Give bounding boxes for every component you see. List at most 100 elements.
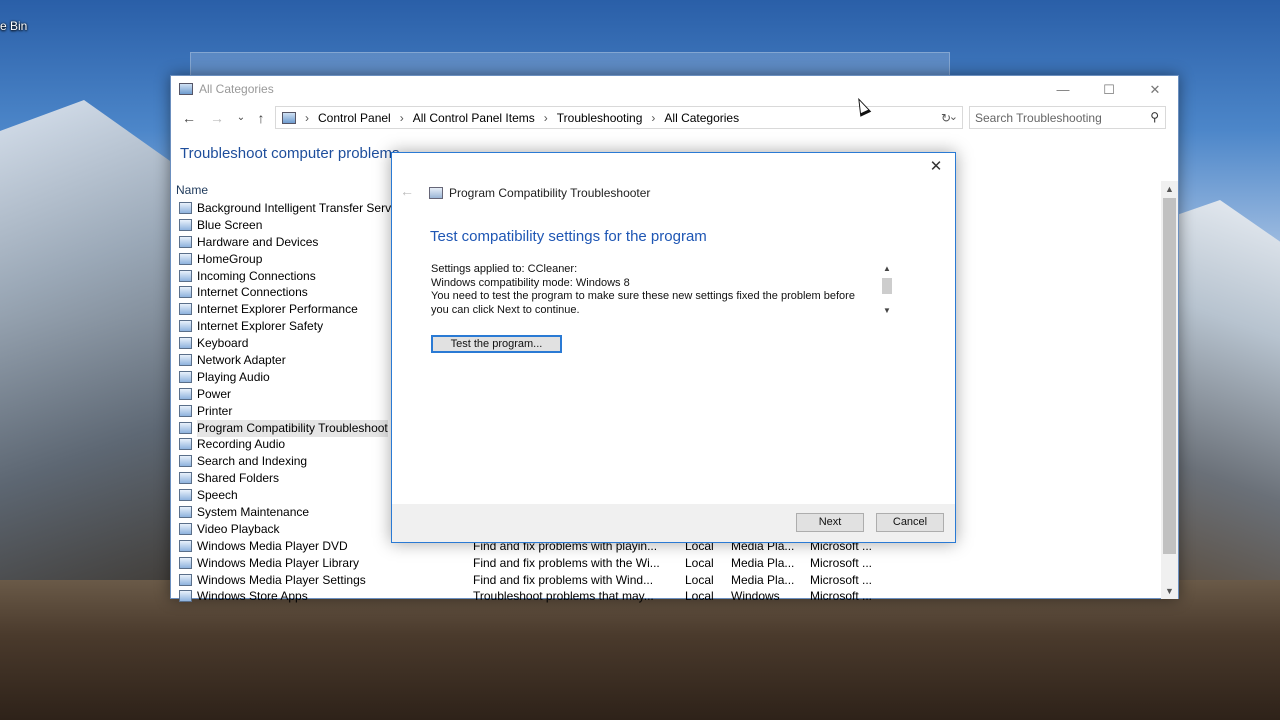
power-icon xyxy=(179,387,192,400)
list-item-description: Find and fix problems with Wind... xyxy=(473,572,654,587)
scroll-up-arrow-icon[interactable]: ▲ xyxy=(1161,181,1178,197)
list-item-description: Troubleshoot problems that may... xyxy=(473,589,654,604)
list-item-publisher: Microsoft ... xyxy=(810,589,873,604)
forward-arrow-icon[interactable]: → xyxy=(207,108,227,128)
breadcrumb-all-items[interactable]: All Control Panel Items xyxy=(407,111,541,125)
scroll-down-arrow-icon[interactable]: ▼ xyxy=(1161,583,1178,599)
window-titlebar[interactable]: All Categories — ☐ ✕ xyxy=(171,76,1178,104)
list-item[interactable]: Windows Media Player Settings Find and fi… xyxy=(179,572,1179,589)
dialog-footer: Next Cancel xyxy=(392,504,955,542)
list-item-name: Network Adapter xyxy=(197,353,286,368)
list-item-name: HomeGroup xyxy=(197,251,263,266)
minimize-button[interactable]: — xyxy=(1040,76,1086,104)
internet-explorer-icon xyxy=(179,303,192,316)
breadcrumb-separator-icon: › xyxy=(543,111,548,125)
page-title: Troubleshoot computer problems xyxy=(180,145,400,162)
maximize-button[interactable]: ☐ xyxy=(1086,76,1132,104)
cancel-button[interactable]: Cancel xyxy=(876,513,944,532)
list-item-name: Internet Connections xyxy=(197,285,308,300)
test-instruction-line: You need to test the program to make sur… xyxy=(431,290,855,316)
search-index-icon xyxy=(179,455,192,468)
refresh-icon[interactable]: ↻ xyxy=(935,107,957,129)
transfer-icon xyxy=(179,202,192,214)
vertical-scrollbar[interactable]: ▲ ▼ xyxy=(1161,181,1178,599)
next-button[interactable]: Next xyxy=(796,513,864,532)
test-program-button[interactable]: Test the program... xyxy=(431,335,562,353)
up-arrow-icon[interactable]: ↑ xyxy=(251,108,271,128)
list-item-name: Incoming Connections xyxy=(197,268,316,283)
control-panel-icon xyxy=(179,83,193,95)
address-row: ← → ⌄ ↑ › Control Panel › All Control Pa… xyxy=(171,106,1178,130)
window-title: All Categories xyxy=(199,82,274,96)
list-item-publisher: Microsoft ... xyxy=(810,572,873,587)
list-item-name: Printer xyxy=(197,403,233,418)
list-item-location: Local xyxy=(685,572,714,587)
back-arrow-icon[interactable]: ← xyxy=(179,108,199,128)
settings-applied-line: Settings applied to: CCleaner: xyxy=(431,263,578,275)
search-icon[interactable]: ⚲ xyxy=(1150,110,1159,124)
breadcrumb-separator-icon: › xyxy=(399,111,404,125)
folder-icon xyxy=(179,472,192,485)
breadcrumb-all-categories[interactable]: All Categories xyxy=(658,111,745,125)
scrollbar-thumb[interactable] xyxy=(1163,198,1176,554)
list-item-name: Blue Screen xyxy=(197,217,263,232)
speech-icon xyxy=(179,489,192,502)
dialog-app-title: Program Compatibility Troubleshooter xyxy=(449,186,651,200)
audio-icon xyxy=(179,370,192,383)
search-input[interactable] xyxy=(970,107,1140,128)
keyboard-icon xyxy=(179,337,192,350)
breadcrumb: › Control Panel › All Control Panel Item… xyxy=(302,111,745,125)
compat-mode-line: Windows compatibility mode: Windows 8 xyxy=(431,276,630,289)
hardware-icon xyxy=(179,235,192,248)
media-player-icon xyxy=(179,539,192,552)
printer-icon xyxy=(179,404,192,417)
store-icon xyxy=(179,590,192,603)
list-item-location: Local xyxy=(685,555,714,570)
list-item[interactable]: Windows Store Apps Troubleshoot problems … xyxy=(179,588,1179,605)
list-item-name: Windows Media Player DVD xyxy=(197,538,348,553)
list-item-publisher: Microsoft ... xyxy=(810,555,873,570)
internet-explorer-icon xyxy=(179,320,192,333)
list-item-name: Playing Audio xyxy=(197,369,270,384)
video-icon xyxy=(179,522,192,535)
recycle-bin-label[interactable]: e Bin xyxy=(0,19,27,33)
network-adapter-icon xyxy=(179,354,192,367)
list-item-name: Hardware and Devices xyxy=(197,234,319,249)
search-box[interactable]: ⚲ xyxy=(969,106,1166,129)
recent-locations-chevron-icon[interactable]: ⌄ xyxy=(231,108,251,128)
network-icon xyxy=(179,269,192,282)
dialog-close-icon[interactable]: ✕ xyxy=(925,157,947,177)
column-header-name[interactable]: Name xyxy=(176,183,208,197)
list-item-name: Internet Explorer Performance xyxy=(197,302,358,317)
list-item-name: Search and Indexing xyxy=(197,454,308,469)
list-item-name: Video Playback xyxy=(197,521,280,536)
troubleshooter-app-icon xyxy=(429,187,443,199)
list-item-name: Speech xyxy=(197,488,238,503)
windows-logo-icon xyxy=(179,218,192,231)
message-scroll-thumb[interactable] xyxy=(882,278,892,294)
message-scroll-up-icon[interactable]: ▲ xyxy=(879,263,895,275)
dialog-back-arrow-icon[interactable]: ← xyxy=(400,183,414,199)
list-item-name: Keyboard xyxy=(197,336,249,351)
list-item-name: Internet Explorer Safety xyxy=(197,319,324,334)
list-item[interactable]: Windows Media Player Library Find and fix… xyxy=(179,555,1179,572)
list-item-description: Find and fix problems with the Wi... xyxy=(473,555,660,570)
list-item-category: Media Pla... xyxy=(731,555,795,570)
microphone-icon xyxy=(179,438,192,451)
program-icon xyxy=(179,421,192,434)
breadcrumb-separator-icon: › xyxy=(305,111,309,125)
message-scroll-down-icon[interactable]: ▼ xyxy=(879,305,895,317)
network-icon xyxy=(179,286,192,299)
list-item-name: Recording Audio xyxy=(197,437,286,452)
list-item-name: Shared Folders xyxy=(197,471,280,486)
media-player-icon xyxy=(179,573,192,586)
breadcrumb-separator-icon: › xyxy=(651,111,656,125)
list-item-name: Windows Store Apps xyxy=(197,589,308,604)
list-item-name: Background Intelligent Transfer Servic xyxy=(197,201,400,215)
close-button[interactable]: ✕ xyxy=(1132,76,1178,104)
message-scrollbar[interactable]: ▲ ▼ xyxy=(879,263,895,317)
list-item-location: Local xyxy=(685,589,714,604)
breadcrumb-troubleshooting[interactable]: Troubleshooting xyxy=(551,111,649,125)
dialog-heading: Test compatibility settings for the prog… xyxy=(430,228,707,245)
breadcrumb-control-panel[interactable]: Control Panel xyxy=(312,111,397,125)
